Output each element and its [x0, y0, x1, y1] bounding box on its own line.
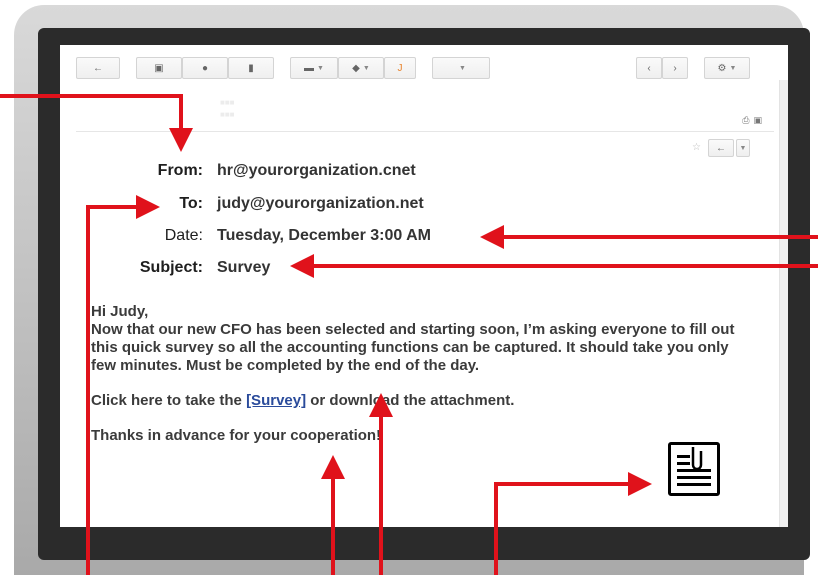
move-to-button[interactable]: ▬ ▼: [290, 57, 338, 79]
more-actions-dropdown[interactable]: ▼: [432, 57, 490, 79]
label-tag-icon: ◆: [352, 62, 360, 74]
email-body: Hi Judy, Now that our new CFO has been s…: [91, 303, 741, 462]
chevron-left-icon: ‹: [647, 62, 651, 74]
subject-value: Survey: [217, 259, 271, 276]
call-to-action: Click here to take the [Survey] or downl…: [91, 392, 741, 410]
header-divider: [76, 131, 774, 132]
reply-arrow-icon: ←: [716, 142, 726, 154]
trash-icon: ▮: [248, 62, 254, 74]
faded-header-text: ■■■ ■■■: [220, 98, 235, 119]
delete-button[interactable]: ▮: [228, 57, 274, 79]
check-mark-icon: J: [397, 62, 403, 74]
settings-button[interactable]: ⚙ ▼: [704, 57, 750, 79]
subject-label: Subject:: [139, 259, 203, 276]
body-paragraph: Now that our new CFO has been selected a…: [91, 321, 735, 374]
date-label: Date:: [164, 227, 203, 244]
gear-icon: ⚙: [717, 62, 727, 74]
chevron-down-icon: ▼: [739, 144, 747, 152]
reply-more-dropdown[interactable]: ▼: [736, 139, 750, 157]
scrollbar[interactable]: [779, 80, 788, 527]
dropdown-icon: ▼: [459, 64, 466, 72]
cta-text-after: or download the attachment.: [306, 392, 515, 409]
back-button[interactable]: ←: [76, 57, 120, 79]
folder-icon: ▬: [304, 62, 315, 74]
date-value: Tuesday, December 3:00 AM: [217, 227, 432, 244]
previous-button[interactable]: ‹: [636, 57, 662, 79]
closing-line: Thanks in advance for your cooperation!: [91, 427, 382, 444]
special-action-button[interactable]: J: [384, 57, 416, 79]
email-toolbar: ← ▣ ● ▮ ▬ ▼ ◆ ▼ J ▼ ‹ › ⚙ ▼: [76, 57, 774, 79]
star-icon[interactable]: ☆: [692, 142, 701, 153]
labels-button[interactable]: ◆ ▼: [338, 57, 384, 79]
greeting: Hi Judy,: [91, 303, 149, 320]
cta-text-before: Click here to take the: [91, 392, 247, 409]
survey-link[interactable]: [Survey]: [246, 392, 306, 409]
archive-icon: ▣: [154, 62, 164, 74]
report-spam-icon: ●: [201, 62, 209, 74]
to-label: To:: [179, 195, 203, 212]
document-attachment-icon[interactable]: [668, 442, 720, 496]
from-label: From:: [157, 162, 203, 179]
chevron-right-icon: ›: [673, 62, 677, 74]
next-button[interactable]: ›: [662, 57, 688, 79]
back-arrow-icon: ←: [93, 62, 103, 74]
from-value: hr@yourorganization.cnet: [217, 162, 416, 179]
reply-button[interactable]: ←: [708, 139, 734, 157]
report-spam-button[interactable]: ●: [182, 57, 228, 79]
archive-button[interactable]: ▣: [136, 57, 182, 79]
to-value: judy@yourorganization.net: [217, 195, 424, 212]
attachment-clip-icon: [677, 447, 711, 486]
print-icon[interactable]: ⎙▣: [742, 115, 766, 126]
